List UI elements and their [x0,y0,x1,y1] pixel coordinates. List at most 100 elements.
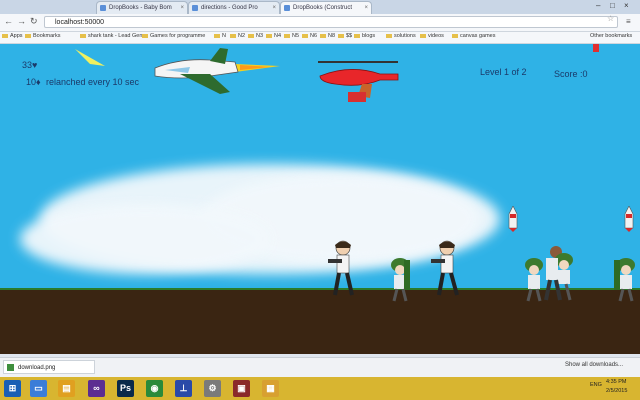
bookmark-item[interactable]: N8 [320,33,335,39]
reload-icon[interactable]: ↻ [30,16,38,27]
bookmark-label: N [222,33,226,39]
folder-icon [80,33,86,38]
bookmark-star-icon[interactable]: ☆ [607,14,614,23]
folder-icon [230,33,236,38]
folder-icon[interactable]: ▤ [58,380,75,397]
app-icon[interactable]: ▣ [233,380,250,397]
rocket [508,206,518,232]
bookmark-label: N5 [292,33,300,39]
folder-icon [214,33,220,38]
windows-taskbar: ⊞ ▭ ▤ ∞ Ps ◉ ⊥ ⚙ ▣ ▦ ENG 4:35 PM 2/5/201… [0,377,640,400]
bookmark-item[interactable]: N6 [302,33,317,39]
clock-date[interactable]: 2/5/2015 [606,388,627,394]
tab-favicon [192,5,198,11]
address-bar[interactable]: localhost:50000 [44,16,618,28]
gunman [328,240,354,296]
bookmark-item[interactable]: solutions [386,33,416,39]
browser-toolbar: ← → ↻ localhost:50000 ☆ ≡ [0,14,640,32]
enemy-soldier [391,258,410,302]
bookmark-label: videos [428,33,444,39]
folder-icon [386,33,392,38]
bookmark-item[interactable]: Apps [2,33,23,39]
bookmarks-bar: Apps Bookmarks shark tank - Lead Gen Games … [0,32,640,44]
chrome-icon[interactable]: ◉ [146,380,163,397]
close-tab-icon[interactable]: × [180,2,184,14]
bookmark-label: N4 [274,33,282,39]
bookmark-item[interactable]: Games for programme [142,33,205,39]
tab-label: DropBooks - Baby Bom [109,5,172,11]
bookmark-item[interactable]: N5 [284,33,299,39]
image-file-icon [7,364,14,371]
forward-icon[interactable]: → [17,16,26,26]
enemy-soldier-group [544,246,573,301]
cloud [20,204,270,274]
files-icon[interactable]: ▦ [262,380,279,397]
downloads-bar: download.png Show all downloads... [0,357,640,377]
other-bookmarks[interactable]: Other bookmarks [590,33,632,39]
show-all-downloads-link[interactable]: Show all downloads... [565,362,623,368]
bookmark-item[interactable]: N2 [230,33,245,39]
bookmark-label: Games for programme [150,33,206,39]
photoshop-icon[interactable]: Ps [117,380,134,397]
maximize-icon[interactable]: □ [610,1,615,10]
bookmark-label: N8 [328,33,336,39]
bookmark-label: Apps [10,33,23,39]
close-window-icon[interactable]: × [624,1,629,10]
helicopter [318,61,399,102]
settings-icon[interactable]: ⚙ [204,380,221,397]
tab-dropbooks-baby[interactable]: DropBooks - Baby Bom × [96,1,188,14]
bookmark-label: shark tank - Lead Gen [88,33,143,39]
bookmark-item[interactable]: N [214,33,226,39]
bookmark-item[interactable]: videos [420,33,444,39]
jet-plane [75,48,280,94]
bookmark-label: canvas games [460,33,496,39]
tab-favicon [100,5,106,11]
folder-icon [338,33,344,38]
url-text: localhost:50000 [55,19,105,26]
visual-studio-icon[interactable]: ∞ [88,380,105,397]
lives-counter: 33♥ [22,60,38,70]
folder-icon [284,33,290,38]
folder-icon [320,33,326,38]
bookmark-label: $$ [346,33,353,39]
bookmark-item[interactable]: N4 [266,33,281,39]
tab-label: DropBooks (Construct [293,5,353,11]
start-icon[interactable]: ⊞ [4,380,21,397]
folder-icon [452,33,458,38]
menu-icon[interactable]: ≡ [626,17,631,26]
level-indicator: Level 1 of 2 [480,67,527,77]
browser-tab-strip: DropBooks - Baby Bom × directions - Good… [0,0,640,14]
clock-time[interactable]: 4:35 PM [606,379,626,385]
download-item[interactable]: download.png [3,360,95,374]
download-filename: download.png [18,365,56,371]
bookmark-item[interactable]: canvas games [452,33,495,39]
folder-icon [2,33,8,38]
construct-icon[interactable]: ⊥ [175,380,192,397]
folder-icon [302,33,308,38]
folder-icon [142,33,148,38]
bookmark-label: N2 [238,33,246,39]
folder-icon [354,33,360,38]
language-indicator[interactable]: ENG [590,382,602,388]
bookmark-label: N3 [256,33,264,39]
close-tab-icon[interactable]: × [272,2,276,14]
back-icon[interactable]: ← [4,16,13,26]
bookmark-item[interactable]: blogs [354,33,375,39]
gunman [431,240,459,296]
bookmark-item[interactable]: N3 [248,33,263,39]
bookmark-item[interactable]: Bookmarks [25,33,61,39]
tab-label: directions - Good Pro [201,5,258,11]
minimize-icon[interactable]: – [596,1,600,10]
bookmark-item[interactable]: shark tank - Lead Gen [80,33,142,39]
enemy-soldier [614,258,635,302]
game-canvas[interactable]: 33♥ 10♦ relanched every 10 sec Level 1 o… [0,44,640,354]
bookmark-label: N6 [310,33,318,39]
bookmark-item[interactable]: $$ [338,33,352,39]
tab-directions[interactable]: directions - Good Pro × [188,1,280,14]
explorer-icon[interactable]: ▭ [30,380,47,397]
close-tab-icon[interactable]: × [364,2,368,14]
folder-icon [420,33,426,38]
folder-icon [25,33,31,38]
folder-icon [266,33,272,38]
tab-dropbooks-construct[interactable]: DropBooks (Construct × [280,1,372,14]
